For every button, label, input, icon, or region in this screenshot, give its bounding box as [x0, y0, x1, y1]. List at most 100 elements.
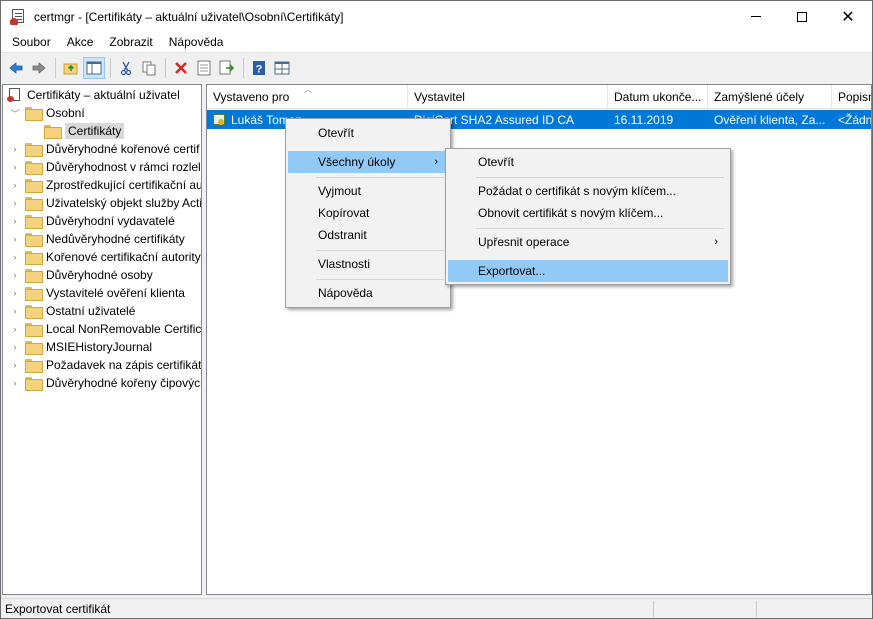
tree-item[interactable]: › Kořenové certifikační autority — [10, 248, 201, 266]
folder-icon — [25, 323, 43, 337]
chevron-right-icon[interactable]: › — [10, 252, 20, 262]
chevron-right-icon[interactable]: › — [10, 342, 20, 352]
chevron-right-icon[interactable]: › — [10, 288, 20, 298]
close-button[interactable]: ✕ — [825, 1, 871, 32]
tree-item-osobni[interactable]: ﹀ Osobní — [10, 104, 85, 122]
folder-icon — [25, 179, 43, 193]
chevron-right-icon[interactable]: › — [10, 360, 20, 370]
submenu-item-advanced-operations[interactable]: Upřesnit operace › — [448, 231, 728, 253]
export-list-icon — [219, 60, 235, 75]
folder-icon — [25, 359, 43, 373]
chevron-right-icon[interactable]: › — [10, 216, 20, 226]
window-title: certmgr - [Certifikáty – aktuální uživat… — [34, 9, 344, 24]
column-friendly-name[interactable]: Popisn — [832, 85, 871, 109]
tree-item-label: Důvěryhodnost v rámci rozlel — [46, 160, 201, 174]
tree-item[interactable]: › Uživatelský objekt služby Acti — [10, 194, 201, 212]
tree-item[interactable]: › Důvěryhodní vydavatelé — [10, 212, 175, 230]
delete-button[interactable] — [170, 57, 192, 79]
folder-icon — [25, 305, 43, 319]
tree-item[interactable]: › Důvěryhodnost v rámci rozlel — [10, 158, 201, 176]
submenu-item-renew-new-key[interactable]: Obnovit certifikát s novým klíčem... — [448, 202, 728, 224]
up-folder-icon — [63, 63, 78, 75]
chevron-right-icon[interactable]: › — [10, 162, 20, 172]
chevron-right-icon[interactable]: › — [10, 180, 20, 190]
tree-item[interactable]: › MSIEHistoryJournal — [10, 338, 152, 356]
minimize-button[interactable] — [733, 1, 779, 32]
tree-item[interactable]: › Nedůvěryhodné certifikáty — [10, 230, 185, 248]
cell-friendly-name: <Žádn — [838, 112, 872, 127]
tree-item[interactable]: › Zprostředkující certifikační au — [10, 176, 201, 194]
tree-item-label: Důvěryhodné kořenové certif — [46, 142, 200, 156]
status-bar: Exportovat certifikát — [1, 598, 872, 618]
menu-akce[interactable]: Akce — [59, 35, 102, 49]
submenu-item-request-new-key[interactable]: Požádat o certifikát s novým klíčem... — [448, 180, 728, 202]
toolbar-separator — [110, 58, 111, 78]
menu-item-vlastnosti[interactable]: Vlastnosti — [288, 253, 448, 275]
tree-pane[interactable]: Certifikáty – aktuální uživatel ﹀ Osobní… — [2, 84, 202, 595]
chevron-right-icon[interactable]: › — [10, 198, 20, 208]
chevron-right-icon[interactable]: › — [10, 306, 20, 316]
menu-item-vsechny-ukoly[interactable]: Všechny úkoly › — [288, 151, 448, 173]
chevron-right-icon[interactable]: › — [10, 324, 20, 334]
chevron-down-icon[interactable]: ﹀ — [10, 108, 20, 119]
tree-item-label: Požadavek na zápis certifikátu — [46, 358, 202, 372]
chevron-right-icon[interactable]: › — [10, 234, 20, 244]
title-bar[interactable]: certmgr - [Certifikáty – aktuální uživat… — [1, 1, 872, 32]
forward-button[interactable] — [28, 57, 50, 79]
toolbar-separator — [243, 58, 244, 78]
tree-item-label: Nedůvěryhodné certifikáty — [46, 232, 185, 246]
properties-button[interactable] — [193, 57, 215, 79]
up-one-level-button[interactable] — [60, 57, 82, 79]
maximize-button[interactable] — [779, 1, 825, 32]
minimize-icon — [751, 16, 761, 17]
chevron-right-icon[interactable]: › — [10, 270, 20, 280]
all-tasks-submenu: Otevřít Požádat o certifikát s novým klí… — [445, 148, 731, 285]
menu-item-otevrit[interactable]: Otevřít — [288, 122, 448, 144]
cell-purposes: Ověření klienta, Za... — [714, 112, 826, 127]
chevron-right-icon[interactable]: › — [10, 378, 20, 388]
help-icon: ? — [253, 61, 265, 76]
menu-soubor[interactable]: Soubor — [1, 35, 59, 49]
folder-icon — [25, 287, 43, 301]
cut-button[interactable] — [115, 57, 137, 79]
tree-item[interactable]: › Local NonRemovable Certific — [10, 320, 201, 338]
menu-item-vyjmout[interactable]: Vyjmout — [288, 180, 448, 202]
tree-item-label: Certifikáty — [65, 123, 125, 139]
status-divider — [756, 601, 757, 617]
tree-item[interactable]: › Požadavek na zápis certifikátu — [10, 356, 202, 374]
export-list-button[interactable] — [216, 57, 238, 79]
menu-item-odstranit[interactable]: Odstranit — [288, 224, 448, 246]
toolbar-separator — [165, 58, 166, 78]
tree-item[interactable]: › Důvěryhodné kořeny čipových — [10, 374, 201, 392]
folder-icon — [25, 341, 43, 355]
show-hide-tree-button[interactable] — [83, 57, 105, 79]
help-button[interactable]: ? — [248, 57, 270, 79]
copy-button[interactable] — [138, 57, 160, 79]
tree-item[interactable]: › Vystavitelé ověření klienta — [10, 284, 185, 302]
console-view-icon — [274, 61, 290, 75]
menu-item-kopirovat[interactable]: Kopírovat — [288, 202, 448, 224]
folder-icon — [25, 161, 43, 175]
back-button[interactable] — [5, 57, 27, 79]
tree-item[interactable]: › Důvěryhodné kořenové certif — [10, 140, 199, 158]
tree-item-certifikaty[interactable]: Certifikáty — [44, 122, 125, 140]
tree-item-label: MSIEHistoryJournal — [46, 340, 153, 354]
tree-item[interactable]: › Důvěryhodné osoby — [10, 266, 153, 284]
delete-icon — [175, 62, 187, 74]
menu-napoveda[interactable]: Nápověda — [161, 35, 232, 49]
submenu-item-export[interactable]: Exportovat... — [448, 260, 728, 282]
submenu-item-otevrit[interactable]: Otevřít — [448, 151, 728, 173]
column-expiration[interactable]: Datum ukonče... — [608, 85, 708, 109]
folder-icon — [25, 269, 43, 283]
menu-item-napoveda[interactable]: Nápověda — [288, 282, 448, 304]
chevron-right-icon[interactable]: › — [10, 144, 20, 154]
tree-item[interactable]: › Ostatní uživatelé — [10, 302, 135, 320]
maximize-icon — [797, 11, 807, 22]
column-issued-to[interactable]: Vystaveno pro — [207, 85, 408, 109]
column-purposes[interactable]: Zamýšlené účely — [708, 85, 832, 109]
folder-icon — [25, 215, 43, 229]
menu-zobrazit[interactable]: Zobrazit — [101, 35, 160, 49]
console-view-button[interactable] — [271, 57, 293, 79]
column-issuer[interactable]: Vystavitel — [408, 85, 608, 109]
tree-root[interactable]: Certifikáty – aktuální uživatel — [6, 86, 180, 104]
